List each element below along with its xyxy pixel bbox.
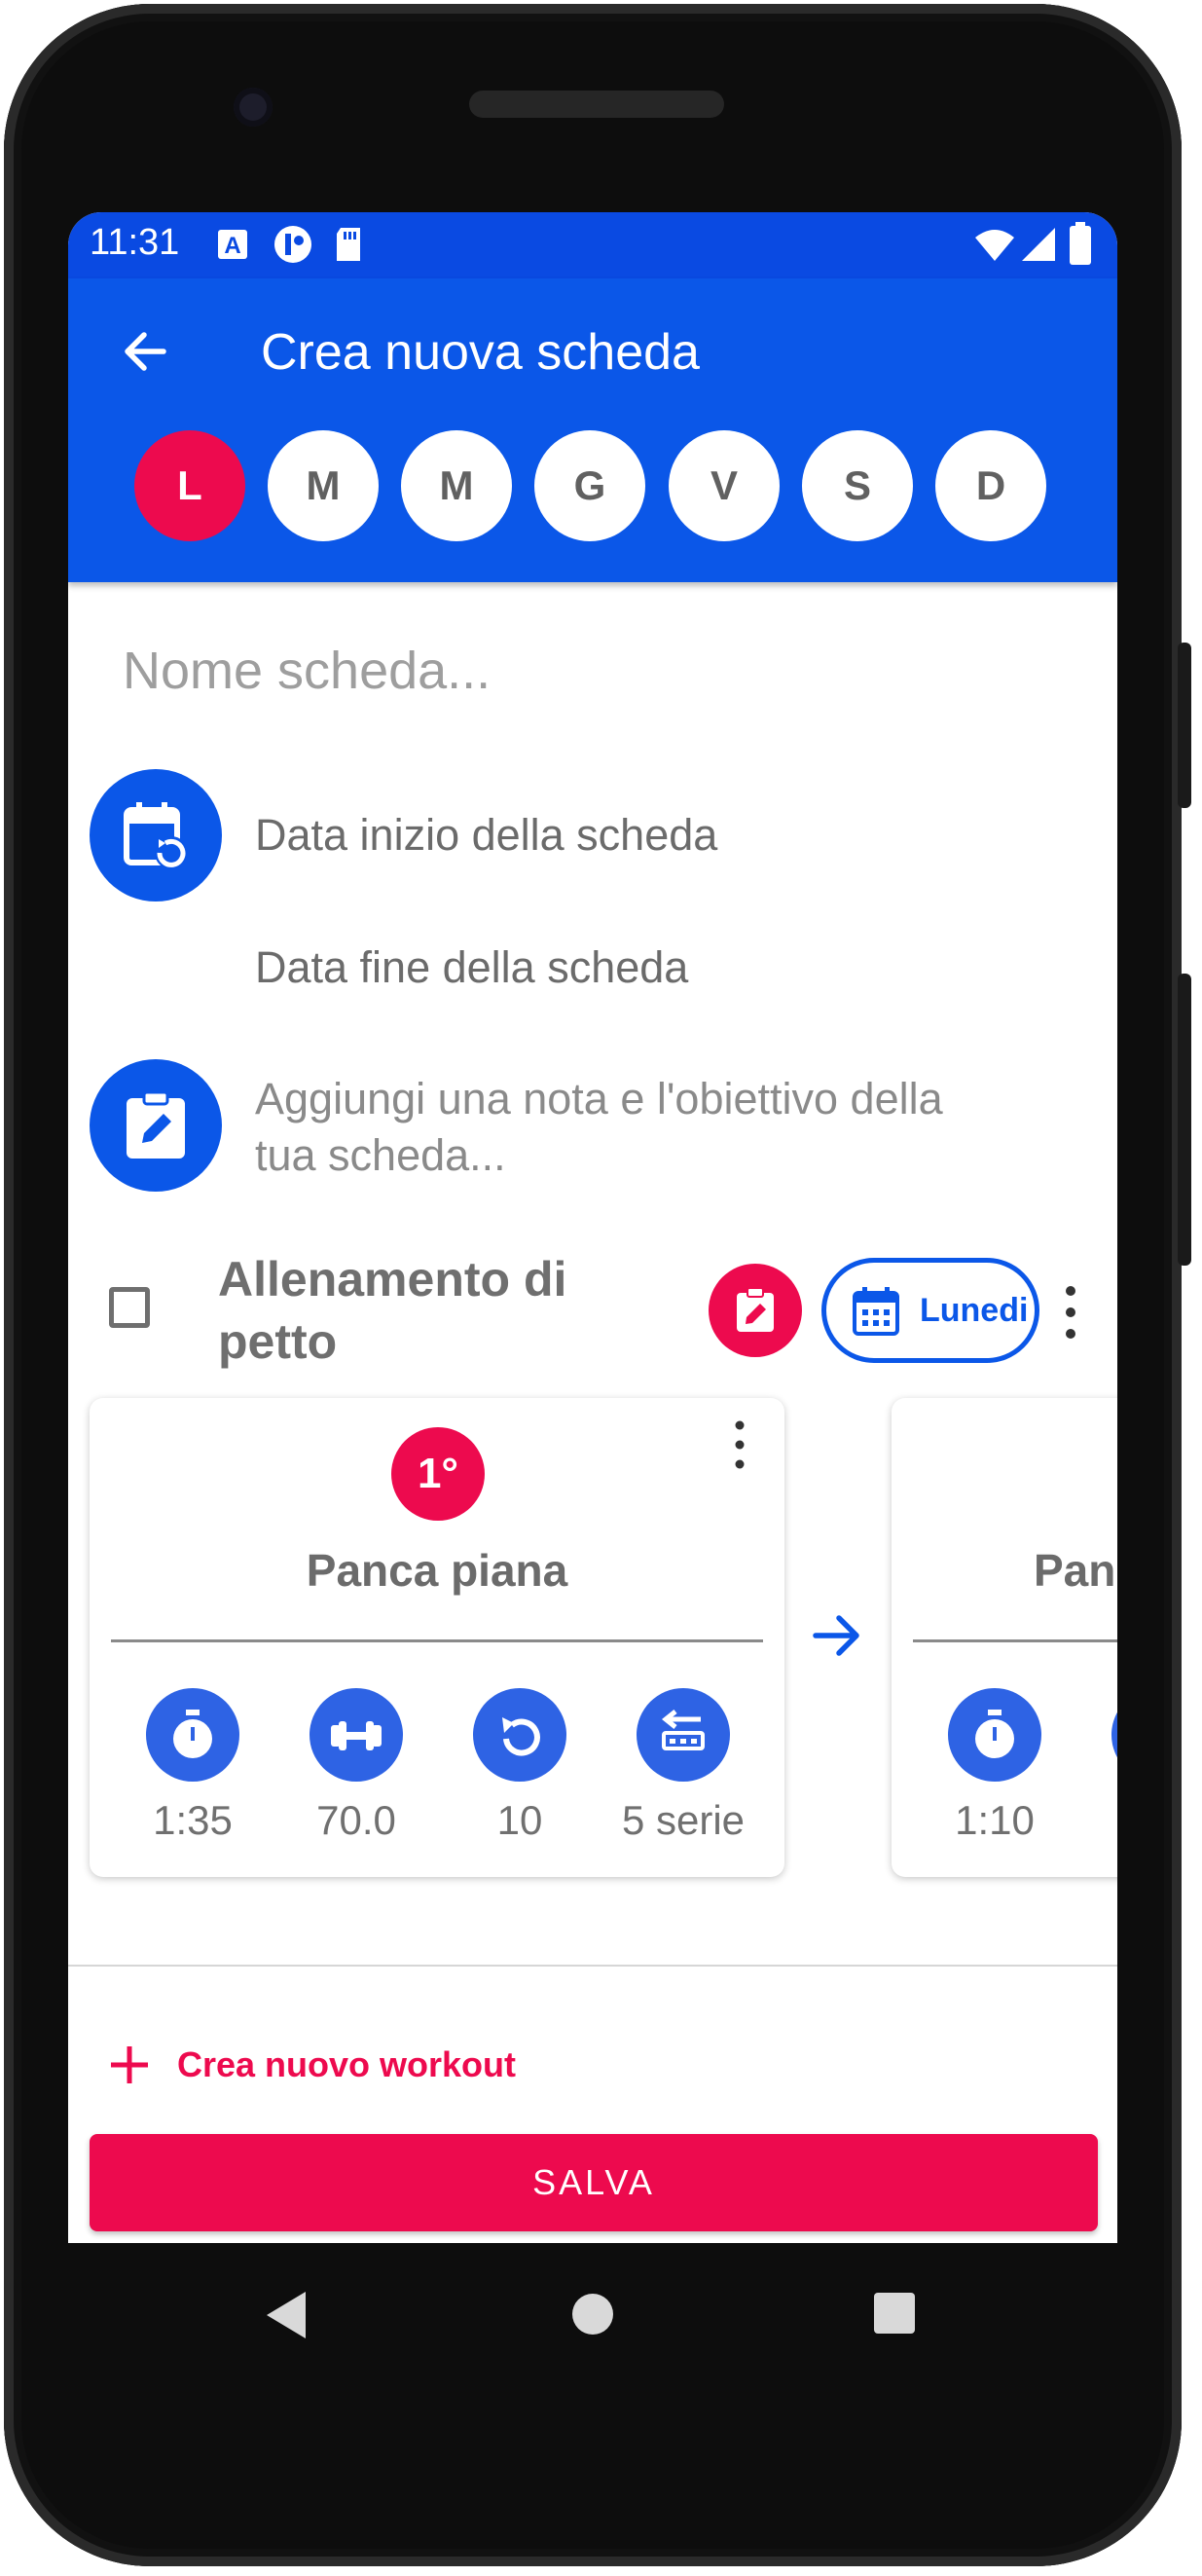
edit-workout-button[interactable] xyxy=(709,1264,802,1357)
battery-icon xyxy=(1070,222,1091,265)
status-time: 11:31 xyxy=(90,222,180,263)
exercise-name: Pan xyxy=(1034,1545,1116,1596)
add-icon xyxy=(111,2046,148,2083)
clipboard-edit-icon[interactable] xyxy=(90,1059,222,1192)
section-divider xyxy=(68,1965,1117,1967)
calendar-restart-icon[interactable] xyxy=(90,769,222,902)
save-button[interactable]: SALVA xyxy=(90,2134,1098,2231)
dumbbell-icon xyxy=(1111,1688,1117,1782)
note-line-2: tua scheda... xyxy=(255,1130,506,1180)
rest-time-value: 1:35 xyxy=(153,1797,233,1843)
day-chip-label: Lunedi xyxy=(920,1291,1029,1329)
app-notification-icon xyxy=(274,226,311,263)
day-friday[interactable]: V xyxy=(669,430,780,541)
arrow-right-icon xyxy=(813,1615,859,1656)
calendar-icon xyxy=(853,1287,899,1336)
new-workout-label: Crea nuovo workout xyxy=(177,2044,517,2084)
workout-title-line-2: petto xyxy=(218,1314,338,1369)
a-icon: A xyxy=(218,230,247,259)
volume-button xyxy=(1178,643,1191,808)
day-chip[interactable]: Lunedi xyxy=(821,1258,1039,1363)
timer-icon xyxy=(146,1688,239,1782)
divider xyxy=(111,1639,763,1642)
day-sunday[interactable]: D xyxy=(935,430,1046,541)
series-value: 5 serie xyxy=(621,1797,746,1843)
more-vert-icon[interactable] xyxy=(1061,1283,1080,1342)
app-bar: Crea nuova scheda L M M G V S D xyxy=(68,278,1117,582)
screen: 11:31 A Crea nuova scheda L M M G V S D xyxy=(68,212,1117,2243)
divider xyxy=(913,1639,1117,1642)
dumbbell-icon xyxy=(310,1688,403,1782)
note-line-1: Aggiungi una nota e l'obiettivo della xyxy=(255,1074,943,1123)
back-arrow-icon[interactable] xyxy=(119,325,171,378)
workout-checkbox[interactable] xyxy=(109,1287,150,1328)
wifi-icon xyxy=(975,230,1014,261)
more-vert-icon[interactable] xyxy=(730,1417,749,1472)
timer-icon xyxy=(948,1688,1041,1782)
replay-icon xyxy=(473,1688,566,1782)
status-bar: 11:31 A xyxy=(68,212,1117,278)
rest-time-value: 1:10 xyxy=(955,1797,1035,1843)
end-date-field[interactable]: Data fine della scheda xyxy=(255,942,688,993)
day-wednesday[interactable]: M xyxy=(401,430,512,541)
sd-card-icon xyxy=(337,228,360,261)
signal-icon xyxy=(1022,228,1055,261)
nav-recents-icon[interactable] xyxy=(874,2293,915,2334)
front-camera xyxy=(234,88,273,127)
svg-text:A: A xyxy=(224,233,240,259)
nav-home-icon[interactable] xyxy=(572,2294,613,2335)
series-icon xyxy=(637,1688,730,1782)
clipboard-edit-icon xyxy=(737,1287,774,1332)
exercise-name: Panca piana xyxy=(306,1545,568,1596)
note-input[interactable]: Aggiungi una nota e l'obiettivo della tu… xyxy=(255,1071,943,1184)
weight-value: 70.0 xyxy=(316,1797,396,1843)
day-tuesday[interactable]: M xyxy=(268,430,379,541)
day-thursday[interactable]: G xyxy=(534,430,645,541)
workout-title: Allenamento di petto xyxy=(218,1248,566,1373)
page-title: Crea nuova scheda xyxy=(261,324,700,381)
schedule-name-input[interactable]: Nome scheda... xyxy=(123,641,491,701)
start-date-field[interactable]: Data inizio della scheda xyxy=(255,810,717,861)
power-button xyxy=(1178,974,1191,1266)
nav-back-icon[interactable] xyxy=(261,2288,311,2342)
workout-title-line-1: Allenamento di xyxy=(218,1252,567,1306)
reps-value: 10 xyxy=(496,1797,543,1843)
exercise-card[interactable]: Pan 1:10 xyxy=(892,1398,1117,1877)
day-saturday[interactable]: S xyxy=(802,430,913,541)
day-monday[interactable]: L xyxy=(134,430,245,541)
earpiece-speaker xyxy=(469,91,724,118)
exercise-card[interactable]: 1° Panca piana 1:35 70.0 10 5 serie xyxy=(90,1398,784,1877)
exercise-order-badge: 1° xyxy=(391,1427,485,1521)
new-workout-button[interactable]: Crea nuovo workout xyxy=(107,2042,516,2087)
